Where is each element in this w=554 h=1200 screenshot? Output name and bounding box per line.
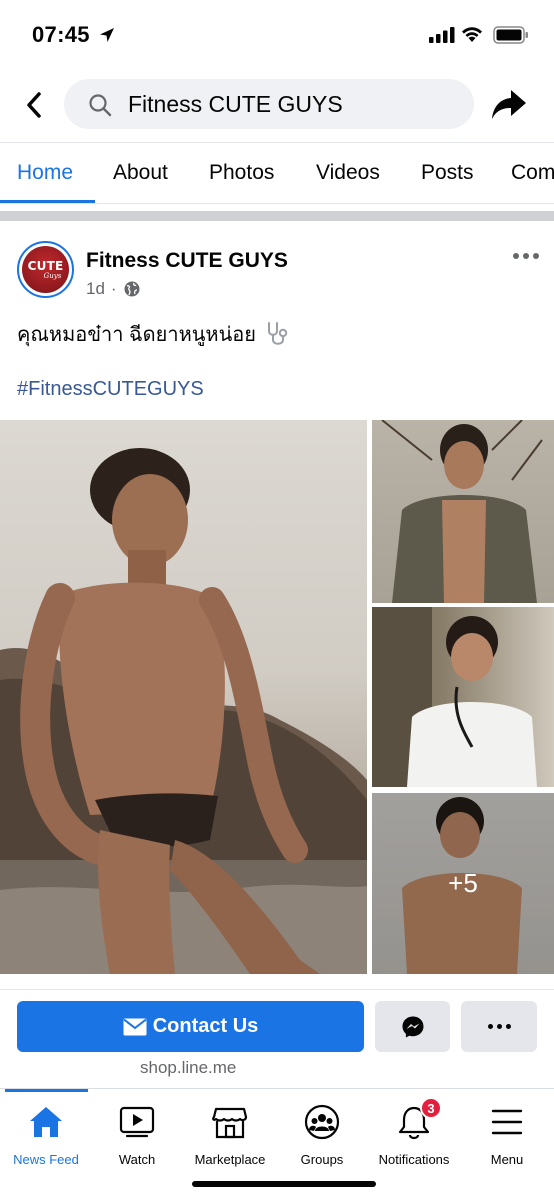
menu-icon bbox=[491, 1109, 523, 1135]
active-nav-indicator bbox=[5, 1089, 88, 1092]
tab-photos[interactable]: Photos bbox=[209, 161, 274, 185]
envelope-icon bbox=[123, 1018, 147, 1035]
post-photo-thumb[interactable] bbox=[372, 607, 554, 787]
separator-dot: · bbox=[110, 279, 117, 298]
search-query: Fitness CUTE GUYS bbox=[128, 91, 343, 117]
wifi-icon bbox=[462, 27, 482, 42]
chevron-left-icon bbox=[27, 92, 41, 118]
more-photos-overlay[interactable]: +5 bbox=[372, 793, 554, 974]
page-avatar[interactable]: CUTE Guys bbox=[17, 241, 74, 298]
post-photo-thumb[interactable] bbox=[372, 420, 554, 603]
search-header: Fitness CUTE GUYS bbox=[0, 70, 554, 140]
battery-icon bbox=[493, 26, 528, 44]
share-button[interactable] bbox=[489, 86, 529, 124]
nav-label: Notifications bbox=[378, 1152, 450, 1167]
post-photo-main[interactable] bbox=[0, 420, 367, 974]
more-dot-icon bbox=[523, 253, 529, 259]
notification-badge: 3 bbox=[420, 1097, 442, 1119]
stethoscope-icon bbox=[268, 322, 288, 345]
nav-menu[interactable]: Menu bbox=[457, 1101, 554, 1167]
contact-us-label: Contact Us bbox=[152, 1015, 259, 1037]
divider bbox=[0, 203, 554, 204]
more-dot-icon bbox=[505, 1024, 511, 1029]
messenger-icon bbox=[402, 1016, 423, 1037]
swimmer-photo-illustration bbox=[0, 448, 367, 974]
contact-us-button[interactable]: Contact Us bbox=[17, 1001, 364, 1052]
section-separator bbox=[0, 211, 554, 221]
more-dot-icon bbox=[513, 253, 519, 259]
home-icon bbox=[30, 1107, 62, 1137]
post-hashtag[interactable]: #FitnessCUTEGUYS bbox=[17, 378, 204, 401]
more-dot-icon bbox=[533, 253, 539, 259]
post-photo-thumb[interactable]: +5 bbox=[372, 793, 554, 974]
nav-groups[interactable]: Groups bbox=[272, 1101, 372, 1167]
post-message: คุณหมอข๋าา ฉีดยาหนูหน่อย bbox=[17, 324, 257, 346]
messenger-button[interactable] bbox=[375, 1001, 450, 1052]
more-photos-count: +5 bbox=[448, 868, 478, 898]
jacket-photo-illustration bbox=[381, 420, 543, 603]
page-tabs: Home About Photos Videos Posts Com bbox=[0, 142, 554, 204]
nav-label: Menu bbox=[490, 1152, 524, 1167]
doctor-photo-illustration bbox=[372, 607, 537, 787]
nav-marketplace[interactable]: Marketplace bbox=[180, 1101, 280, 1167]
shop-link[interactable]: shop.line.me bbox=[140, 1058, 236, 1078]
search-input[interactable]: Fitness CUTE GUYS bbox=[64, 79, 474, 129]
tab-community[interactable]: Com bbox=[511, 161, 554, 185]
more-dot-icon bbox=[487, 1024, 493, 1029]
tab-about[interactable]: About bbox=[113, 161, 168, 185]
more-actions-button[interactable] bbox=[461, 1001, 537, 1052]
tab-posts[interactable]: Posts bbox=[421, 161, 474, 185]
tab-videos[interactable]: Videos bbox=[316, 161, 380, 185]
post-time[interactable]: 1d bbox=[86, 279, 105, 299]
divider bbox=[0, 989, 554, 990]
nav-label: News Feed bbox=[13, 1152, 79, 1167]
avatar-logo-text: CUTE bbox=[27, 258, 64, 273]
post-author[interactable]: Fitness CUTE GUYS bbox=[86, 249, 288, 273]
nav-label: Groups bbox=[300, 1152, 344, 1167]
home-indicator bbox=[192, 1181, 376, 1187]
status-time: 07:45 bbox=[32, 22, 90, 47]
nav-notifications[interactable]: 3 Notifications bbox=[364, 1097, 464, 1167]
watch-icon bbox=[119, 1106, 155, 1138]
post-more-button[interactable] bbox=[510, 248, 542, 264]
marketplace-icon bbox=[212, 1107, 248, 1139]
nav-label: Watch bbox=[118, 1152, 156, 1167]
share-arrow-icon bbox=[492, 90, 526, 119]
post-text: คุณหมอข๋าา ฉีดยาหนูหน่อย bbox=[17, 318, 292, 350]
avatar-logo: CUTE Guys bbox=[22, 246, 69, 293]
nav-watch[interactable]: Watch bbox=[87, 1101, 187, 1167]
groups-icon bbox=[304, 1104, 340, 1140]
back-button[interactable] bbox=[18, 88, 50, 122]
location-arrow-icon bbox=[100, 28, 114, 42]
cellular-signal-icon bbox=[429, 27, 455, 43]
globe-icon bbox=[124, 281, 140, 297]
avatar-logo-subtext: Guys bbox=[43, 271, 62, 280]
nav-label: Marketplace bbox=[194, 1152, 266, 1167]
nav-news-feed[interactable]: News Feed bbox=[0, 1101, 96, 1167]
tab-home[interactable]: Home bbox=[17, 161, 73, 185]
search-icon bbox=[89, 94, 112, 117]
post-meta: 1d · bbox=[86, 279, 141, 299]
status-bar: 07:45 bbox=[0, 0, 554, 70]
more-dot-icon bbox=[496, 1024, 502, 1029]
